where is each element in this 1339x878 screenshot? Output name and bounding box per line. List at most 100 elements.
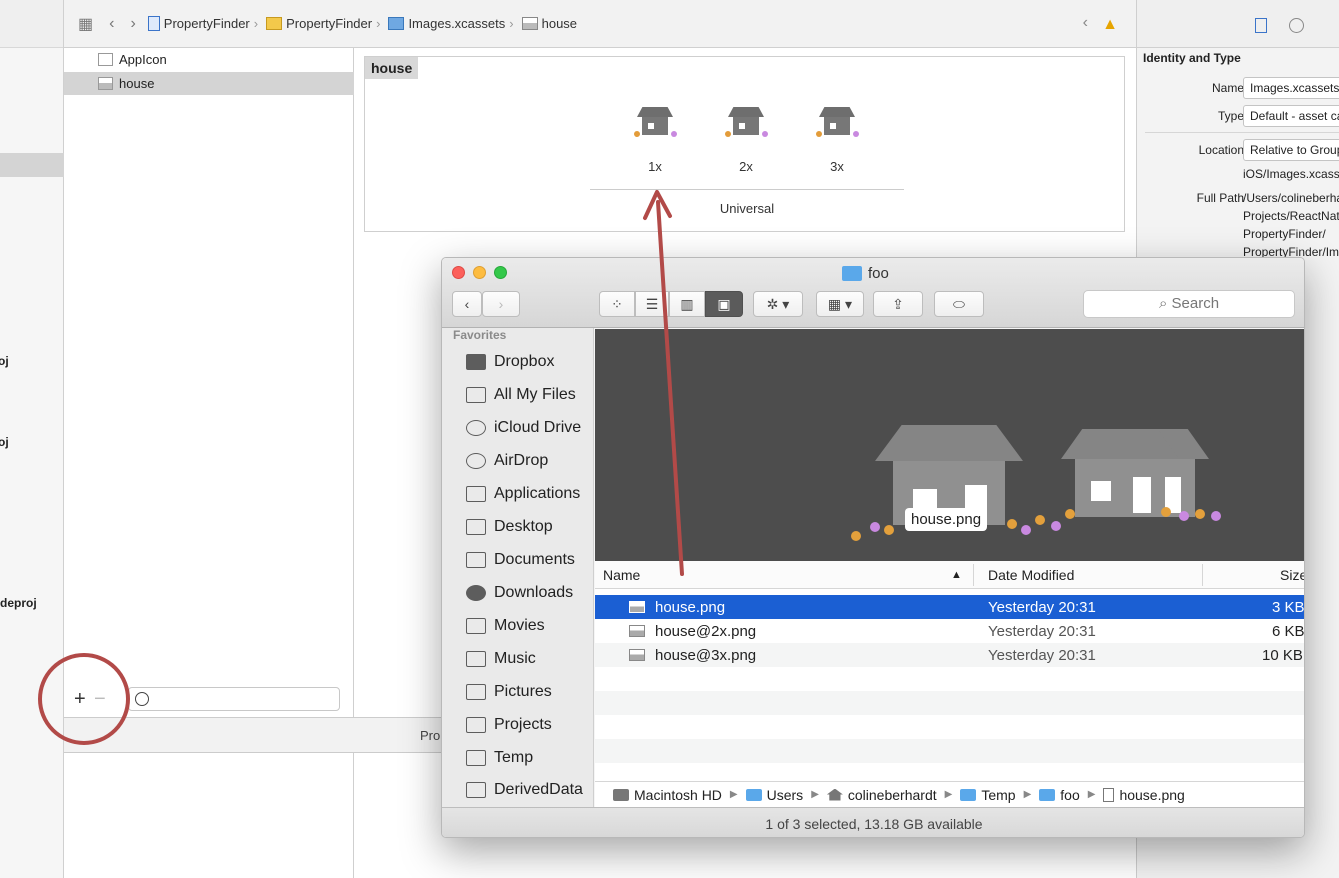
path-item[interactable]: Temp [981, 787, 1015, 803]
file-size: 6 KB [1272, 622, 1305, 640]
path-item[interactable]: colineberhardt [848, 787, 937, 803]
image-set-icon [98, 77, 113, 90]
sidebar-item-airdrop[interactable]: AirDrop [442, 446, 594, 476]
issue-navigation-arrows[interactable]: ‹ [1083, 14, 1088, 32]
navigator-fragment: oj [0, 354, 9, 368]
name-field[interactable]: Images.xcassets [1243, 77, 1339, 99]
file-name: house.png [655, 598, 726, 616]
finder-titlebar: foo ‹ › ⁘ ☰ ▥ ▣ ✲ ▾ ▦ ▾ ⇪ ⬭ ⌕ Search [442, 258, 1304, 328]
asset-row-house[interactable]: house [64, 72, 354, 95]
icon-view-button[interactable]: ⁘ [599, 291, 635, 317]
cover-flow-button[interactable]: ▣ [705, 291, 743, 317]
zoom-window-button[interactable] [494, 266, 507, 279]
file-size: 10 KB [1262, 646, 1303, 664]
file-date: Yesterday 20:31 [988, 598, 1096, 616]
sidebar-item-all-my-files[interactable]: All My Files [442, 380, 594, 410]
path-item[interactable]: Users [767, 787, 804, 803]
sidebar-item-dropbox[interactable]: Dropbox [442, 347, 594, 377]
file-name: house@2x.png [655, 622, 757, 640]
file-row[interactable]: house.png Yesterday 20:31 3 KB [595, 595, 1305, 619]
file-inspector-icon[interactable] [1255, 18, 1267, 33]
quick-help-icon[interactable] [1289, 18, 1304, 33]
warning-icon[interactable]: ▲ [1102, 16, 1118, 34]
asset-filter-input[interactable] [128, 687, 340, 711]
fullpath-line: Projects/ReactNative/ [1243, 209, 1339, 223]
asset-row-appicon[interactable]: AppIcon [64, 48, 354, 71]
breadcrumb-item[interactable]: PropertyFinder [164, 16, 250, 31]
search-input[interactable]: ⌕ Search [1083, 290, 1295, 318]
sidebar-item-label: Temp [494, 749, 534, 766]
share-icon[interactable]: ⇪ [873, 291, 923, 317]
slot-2x[interactable]: 2x [721, 107, 771, 174]
column-view-button[interactable]: ▥ [669, 291, 705, 317]
sidebar-item-applications[interactable]: Applications [442, 479, 594, 509]
sidebar-item-pictures[interactable]: Pictures [442, 677, 594, 707]
path-item[interactable]: house.png [1119, 787, 1184, 803]
close-window-button[interactable] [452, 266, 465, 279]
action-gear-icon[interactable]: ✲ ▾ [753, 291, 803, 317]
breadcrumb-separator: › [253, 16, 259, 31]
file-size: 3 KB [1272, 598, 1305, 616]
sidebar-item-desktop[interactable]: Desktop [442, 512, 594, 542]
sidebar-item-documents[interactable]: Documents [442, 545, 594, 575]
preview-caption: house.png [905, 508, 988, 531]
sidebar-item-music[interactable]: Music [442, 644, 594, 674]
add-button-annotation [38, 653, 130, 745]
breadcrumb-item[interactable]: house [542, 16, 577, 31]
window-title-text: foo [868, 265, 889, 282]
arrange-button[interactable]: ▦ ▾ [816, 291, 864, 317]
sidebar-item-label: DerivedData [494, 781, 583, 798]
file-row[interactable]: house@2x.png Yesterday 20:31 6 KB [595, 619, 1305, 643]
path-separator: ▶ [811, 789, 819, 800]
sidebar-heading: Favorites [453, 328, 507, 342]
empty-row [595, 739, 1304, 763]
slot-label: 2x [739, 159, 753, 174]
navigator-selected-row[interactable] [0, 153, 64, 177]
folder-icon [1039, 788, 1056, 801]
inspector-divider [1145, 132, 1339, 133]
universal-divider [590, 189, 904, 190]
universal-label: Universal [719, 201, 775, 216]
slot-1x[interactable]: 1x [630, 107, 680, 174]
navigator-toolbar [0, 0, 63, 48]
sidebar-item-label: Movies [494, 617, 545, 634]
list-view-button[interactable]: ☰ [635, 291, 669, 317]
minimize-window-button[interactable] [473, 266, 486, 279]
type-select[interactable]: Default - asset catalog [1243, 105, 1339, 127]
column-size[interactable]: Size [1280, 567, 1304, 583]
column-name[interactable]: Name [603, 567, 640, 583]
sidebar-item-label: Documents [494, 551, 575, 568]
finder-path-bar: Macintosh HD ▶ Users ▶ colineberhardt ▶ … [595, 781, 1304, 807]
appicon-icon [98, 53, 113, 66]
finder-status-bar: 1 of 3 selected, 13.18 GB available [442, 807, 1304, 837]
sidebar-item-icloud-drive[interactable]: iCloud Drive [442, 413, 594, 443]
house-thumbnail-icon [725, 107, 768, 137]
sort-ascending-icon[interactable]: ▲ [951, 569, 962, 581]
jump-bar: ▦ ‹ › PropertyFinder › PropertyFinder › … [64, 0, 1136, 48]
location-select[interactable]: Relative to Group [1243, 139, 1339, 161]
sidebar-item-temp[interactable]: Temp [442, 743, 594, 773]
tag-icon[interactable]: ⬭ [934, 291, 984, 317]
empty-row [595, 691, 1304, 715]
path-separator: ▶ [944, 789, 953, 800]
forward-button[interactable]: › [482, 291, 520, 317]
breadcrumb-item[interactable]: Images.xcassets [408, 16, 505, 31]
back-button[interactable]: ‹ [452, 291, 482, 317]
sidebar-item-deriveddata[interactable]: DerivedData [442, 775, 594, 805]
path-separator: ▶ [1087, 789, 1096, 800]
sidebar-item-label: Downloads [494, 584, 574, 601]
path-item[interactable]: Macintosh HD [634, 787, 722, 803]
sidebar-item-movies[interactable]: Movies [442, 611, 594, 641]
back-button[interactable]: ‹ [109, 15, 114, 33]
forward-button[interactable]: › [130, 15, 135, 33]
column-date-modified[interactable]: Date Modified [988, 567, 1074, 583]
file-row[interactable]: house@3x.png Yesterday 20:31 10 KB [595, 643, 1304, 667]
sidebar-item-projects[interactable]: Projects [442, 710, 594, 740]
path-item[interactable]: foo [1060, 787, 1079, 803]
house-3x-preview-icon[interactable] [1061, 429, 1179, 517]
sidebar-item-downloads[interactable]: Downloads [442, 578, 594, 608]
grid-icon[interactable]: ▦ [78, 14, 93, 34]
documents-icon [466, 552, 486, 568]
slot-3x[interactable]: 3x [812, 107, 862, 174]
breadcrumb-item[interactable]: PropertyFinder [286, 16, 372, 31]
